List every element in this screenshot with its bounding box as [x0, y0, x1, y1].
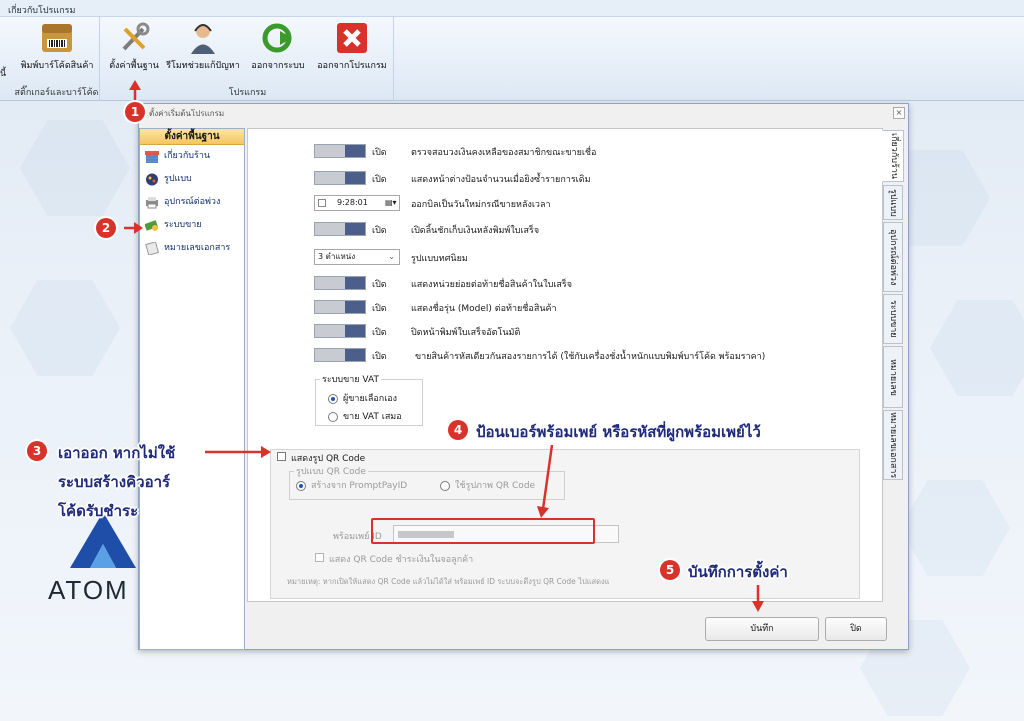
exit-program-button[interactable]: ออกจากโปรแกรม	[314, 21, 390, 72]
close-red-icon	[334, 21, 370, 55]
nav-item-about-shop[interactable]: เกี่ยวกับร้าน	[140, 145, 244, 168]
support-agent-icon	[185, 21, 221, 55]
toggle-switch[interactable]	[314, 300, 366, 314]
ribbon-group-sticker: พิมพ์บาร์โค้ดสินค้า สติ๊กเกอร์และบาร์โค้…	[14, 17, 100, 101]
settings-tabs: เกี่ยวกับร้าน รูปแบบ อุปกรณ์ต่อพ่วง ระบบ…	[882, 128, 905, 602]
toggle-switch[interactable]	[314, 144, 366, 158]
note-4: ป้อนเบอร์พร้อมเพย์ หรือรหัสที่ผูกพร้อมเพ…	[476, 423, 761, 441]
toggle-switch[interactable]	[314, 171, 366, 185]
toggle-switch[interactable]	[314, 276, 366, 290]
note-3-line-2: ระบบสร้างคิวอาร์	[58, 473, 171, 491]
customer-screen-qr-label: แสดง QR Code ชำระเงินในจอลูกค้า	[329, 555, 474, 565]
print-barcode-label: พิมพ์บาร์โค้ดสินค้า	[20, 61, 94, 71]
promptpay-highlight-box	[371, 518, 595, 544]
ribbon-group-caption: สติ๊กเกอร์และบาร์โค้ด	[14, 88, 99, 98]
tab-sales-system[interactable]: ระบบขาย	[883, 294, 903, 344]
step-badge-3: 3	[27, 441, 47, 461]
palette-icon	[145, 173, 159, 186]
dialog-close-icon[interactable]: ×	[893, 107, 905, 119]
show-qr-checkbox[interactable]	[277, 452, 286, 461]
customer-screen-qr-checkbox[interactable]	[315, 553, 324, 562]
step-badge-5: 5	[660, 560, 680, 580]
logout-button[interactable]: ออกจากระบบ	[246, 21, 310, 72]
time-enable-checkbox[interactable]	[318, 199, 326, 207]
tab-peripherals[interactable]: อุปกรณ์ต่อพ่วง	[883, 222, 903, 292]
calendar-dropdown-icon[interactable]: ▤▾	[385, 196, 397, 210]
close-button[interactable]: ปิด	[825, 617, 887, 641]
qr-style-image[interactable]: ใช้รูปภาพ QR Code	[440, 480, 535, 492]
save-button[interactable]: บันทึก	[705, 617, 819, 641]
vat-option-seller-choice[interactable]: ผู้ขายเลือกเอง	[328, 393, 397, 405]
step-badge-4: 4	[448, 420, 468, 440]
qr-style-promptpay[interactable]: สร้างจาก PromptPayID	[296, 480, 407, 492]
settings-nav: ตั้งค่าพื้นฐาน เกี่ยวกับร้าน รูปแบบ อุปก…	[139, 128, 245, 650]
basic-settings-button[interactable]: ตั้งค่าพื้นฐาน	[106, 21, 162, 72]
note-3-line-3: โค้ดรับชำระ	[58, 502, 139, 520]
shop-icon	[145, 150, 159, 163]
remote-support-label: รีโมทช่วยแก้ปัญหา	[166, 61, 240, 71]
chevron-down-icon: ⌄	[388, 252, 395, 261]
toggle-switch[interactable]	[314, 222, 366, 236]
basic-settings-label: ตั้งค่าพื้นฐาน	[109, 61, 159, 71]
brand-logo-text: ATOM	[48, 575, 129, 605]
print-barcode-button[interactable]: พิมพ์บาร์โค้ดสินค้า	[18, 21, 96, 72]
tab-format[interactable]: รูปแบบ	[883, 185, 903, 220]
window-title: เกี่ยวกับโปรแกรม	[8, 6, 76, 16]
background-hexagon	[10, 280, 120, 376]
tab-about-shop[interactable]: เกี่ยวกับร้าน	[882, 130, 904, 182]
step-badge-1: 1	[125, 102, 145, 122]
dialog-title: ตั้งค่าเริ่มต้นโปรแกรม	[149, 109, 225, 118]
show-qr-label: แสดงรูป QR Code	[291, 454, 366, 464]
vat-group: ระบบขาย VAT ผู้ขายเลือกเอง ขาย VAT เสมอ	[315, 372, 423, 426]
window-title-bar: เกี่ยวกับโปรแกรม	[0, 0, 1024, 17]
ribbon-cutoff-label[interactable]: นี้	[0, 66, 6, 80]
tab-document-number[interactable]: หมายเลขเอกสาร	[883, 346, 903, 408]
tab-document-number-2[interactable]: หมายเลขเอกสาร	[883, 410, 903, 480]
background-hexagon	[900, 480, 1010, 576]
vat-option-always[interactable]: ขาย VAT เสมอ	[328, 411, 402, 423]
nav-item-format[interactable]: รูปแบบ	[140, 168, 244, 191]
exit-program-label: ออกจากโปรแกรม	[317, 61, 387, 71]
barcode-box-icon	[39, 21, 75, 55]
logout-label: ออกจากระบบ	[251, 61, 305, 71]
document-icon	[145, 241, 159, 256]
nav-item-sales-system[interactable]: ระบบขาย	[140, 214, 244, 237]
note-3-line-1: เอาออก หากไม่ใช้	[58, 444, 176, 462]
cutoff-time-picker[interactable]: 9:28:01 ▤▾	[314, 195, 400, 211]
qr-note: หมายเหตุ: หากเปิดให้แสดง QR Code แล้วไม่…	[287, 577, 610, 586]
background-hexagon	[930, 300, 1024, 396]
ribbon-group-program: ตั้งค่าพื้นฐาน รีโมทช่วยแก้ปัญหา ออกจากร…	[102, 17, 394, 101]
nav-item-peripherals[interactable]: อุปกรณ์ต่อพ่วง	[140, 191, 244, 214]
settings-dialog: ตั้งค่าเริ่มต้นโปรแกรม × ตั้งค่าพื้นฐาน …	[138, 103, 909, 650]
ribbon-group-caption: โปรแกรม	[228, 88, 267, 98]
toggle-switch[interactable]	[314, 348, 366, 362]
background-hexagon	[20, 120, 130, 216]
qr-style-group: รูปแบบ QR Code สร้างจาก PromptPayID ใช้ร…	[289, 464, 565, 500]
nav-header: ตั้งค่าพื้นฐาน	[140, 129, 244, 145]
step-badge-2: 2	[96, 218, 116, 238]
printer-icon	[145, 196, 159, 209]
nav-item-document-number[interactable]: หมายเลขเอกสาร	[140, 237, 244, 260]
decimal-select[interactable]: 3 ตำแหน่ง ⌄	[314, 249, 400, 265]
tools-icon	[116, 21, 152, 55]
toggle-switch[interactable]	[314, 324, 366, 338]
remote-support-button[interactable]: รีโมทช่วยแก้ปัญหา	[164, 21, 242, 72]
ribbon: นี้ พิมพ์บาร์โค้ดสินค้า สติ๊กเกอร์และบาร…	[0, 17, 1024, 101]
note-5: บันทึกการตั้งค่า	[688, 563, 788, 581]
logout-arrow-icon	[260, 21, 296, 55]
money-icon	[144, 219, 159, 232]
